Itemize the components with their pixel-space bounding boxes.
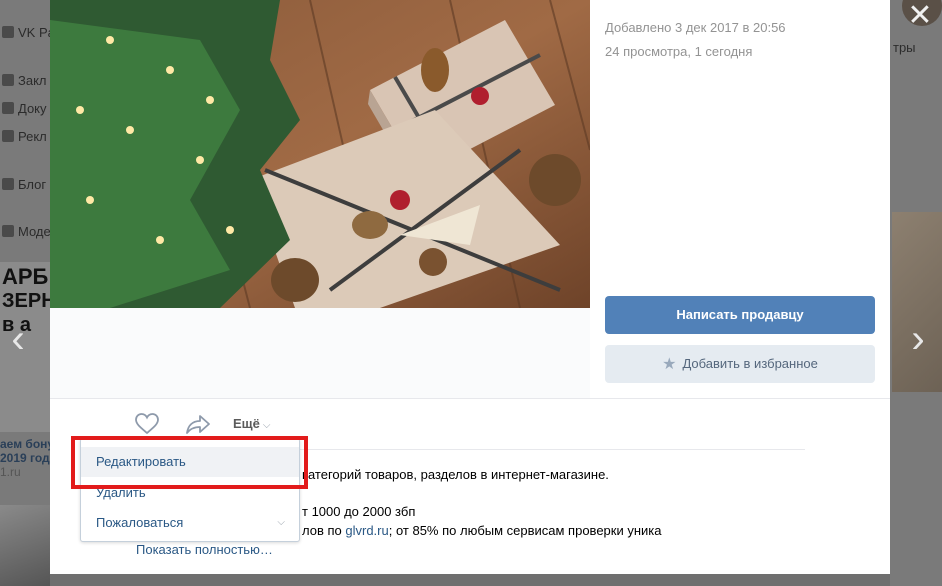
more-button[interactable]: Ещё ⌵	[233, 416, 270, 431]
bg-promo-line: аем бону	[0, 437, 50, 451]
heart-icon[interactable]	[135, 413, 159, 435]
bg-nav-item: Доку	[0, 101, 50, 116]
background-image	[892, 212, 942, 392]
bg-nav-icon	[2, 102, 14, 114]
bg-promo-line: 2019 год	[0, 451, 50, 465]
show-more-link[interactable]: Показать полностью…	[136, 542, 273, 557]
description-line: т 1000 до 2000 збп	[302, 504, 416, 519]
add-favorite-button[interactable]: ★ Добавить в избранное	[605, 345, 875, 383]
share-icon[interactable]	[185, 414, 211, 434]
section-divider	[50, 398, 890, 399]
more-dropdown-menu: Редактировать Удалить Пожаловаться ⌵	[80, 438, 300, 542]
background-filter-text: тры	[893, 40, 916, 55]
bg-nav-item: VK Pa	[0, 25, 50, 40]
bg-nav-icon	[2, 74, 14, 86]
bg-nav-icon	[2, 178, 14, 190]
more-label: Ещё	[233, 416, 260, 431]
prev-arrow-icon[interactable]: ‹	[6, 319, 30, 359]
description-line: лов по glvrd.ru; от 85% по любым сервиса…	[302, 523, 662, 538]
menu-item-report[interactable]: Пожаловаться ⌵	[81, 508, 299, 538]
add-favorite-label: Добавить в избранное	[682, 356, 818, 371]
bg-nav-item: Рекл	[0, 129, 50, 144]
star-icon: ★	[662, 356, 677, 373]
menu-item-edit[interactable]: Редактировать	[81, 447, 299, 477]
bg-nav-item: Блог	[0, 177, 50, 192]
product-photo-image	[50, 0, 590, 308]
next-arrow-icon[interactable]: ›	[906, 319, 930, 359]
chevron-down-icon: ⌵	[277, 517, 285, 528]
write-seller-button[interactable]: Написать продавцу	[605, 296, 875, 334]
chevron-down-icon: ⌵	[262, 420, 271, 431]
bg-promo-line: 1.ru	[0, 465, 21, 479]
bg-nav-icon	[2, 225, 14, 237]
views-count: 24 просмотра, 1 сегодня	[605, 44, 753, 59]
added-date: Добавлено 3 дек 2017 в 20:56	[605, 20, 786, 35]
menu-item-delete[interactable]: Удалить	[81, 478, 299, 508]
bg-nav-icon	[2, 26, 14, 38]
photo-area-background	[50, 308, 590, 398]
close-icon[interactable]: ✕	[904, 0, 936, 32]
bg-nav-item: Закл	[0, 73, 50, 88]
background-image	[0, 505, 50, 586]
menu-item-report-label: Пожаловаться	[96, 515, 184, 530]
glvrd-link[interactable]: glvrd.ru	[345, 523, 388, 538]
bg-nav-icon	[2, 130, 14, 142]
bg-nav-item: Моде	[0, 224, 50, 239]
product-photo[interactable]	[50, 0, 590, 308]
description-line: категорий товаров, разделов в интернет-м…	[302, 467, 609, 482]
